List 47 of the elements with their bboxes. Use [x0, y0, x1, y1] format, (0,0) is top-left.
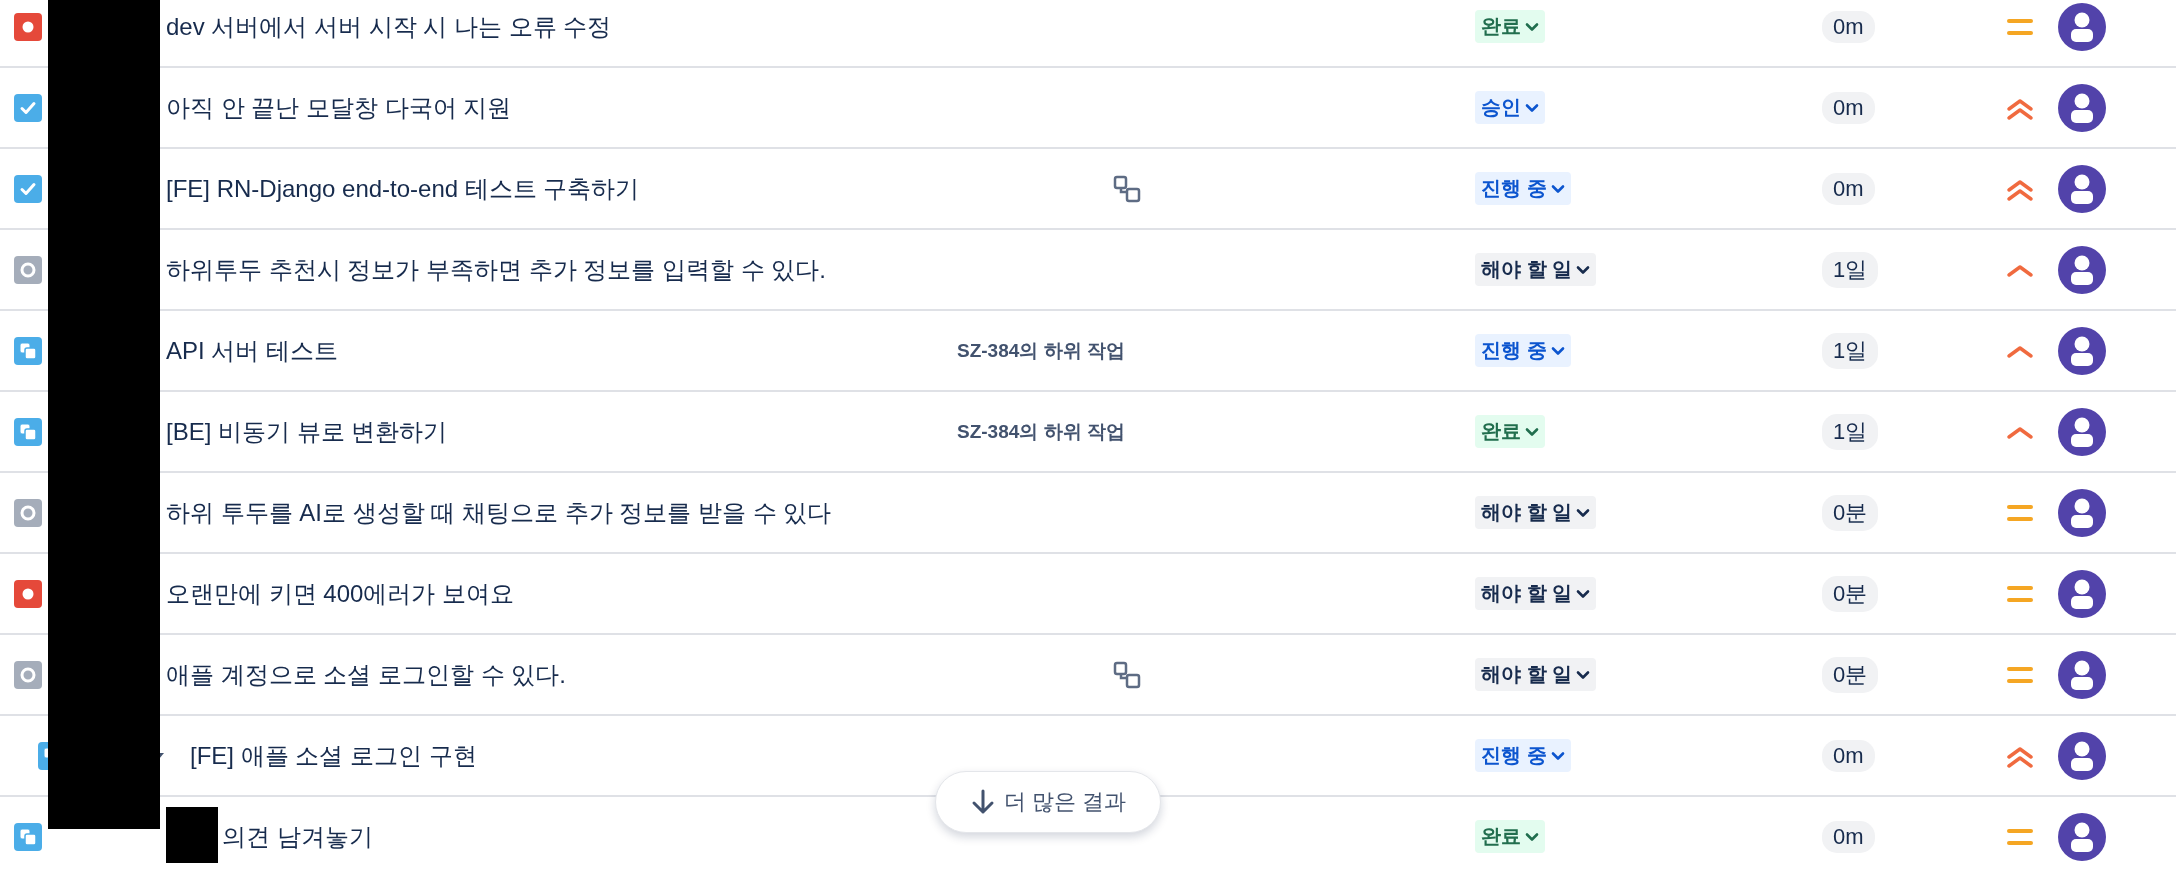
status-dropdown[interactable]: 승인 — [1475, 91, 1545, 124]
issue-summary[interactable]: [BE] 비동기 뷰로 변환하기 — [166, 415, 448, 448]
avatar-icon[interactable] — [2058, 650, 2106, 699]
status-dropdown[interactable]: 완료 — [1475, 820, 1545, 853]
time-badge: 0m — [1822, 91, 1875, 124]
issue-summary[interactable]: 하위투두 추천시 정보가 부족하면 추가 정보를 입력할 수 있다. — [166, 253, 826, 286]
avatar-icon[interactable] — [2058, 488, 2106, 537]
avatar-icon[interactable] — [2058, 569, 2106, 618]
issue-summary[interactable]: 오랜만에 키면 400에러가 보여요 — [166, 577, 515, 610]
time-badge: 0m — [1822, 739, 1875, 772]
avatar-icon[interactable] — [2058, 164, 2106, 213]
time-badge: 1일 — [1822, 251, 1879, 288]
time-badge: 0분 — [1822, 656, 1879, 693]
issue-summary[interactable]: 하위 투두를 AI로 생성할 때 채팅으로 추가 정보를 받을 수 있다 — [166, 496, 832, 529]
issue-summary[interactable]: 의견 남겨놓기 — [222, 820, 373, 853]
avatar-icon[interactable] — [2058, 731, 2106, 780]
status-dropdown[interactable]: 진행 중 — [1475, 334, 1571, 367]
issue-summary[interactable]: dev 서버에서 서버 시작 시 나는 오류 수정 — [166, 10, 612, 43]
status-dropdown[interactable]: 해야 할 일 — [1475, 496, 1597, 529]
status-dropdown[interactable]: 해야 할 일 — [1475, 253, 1597, 286]
status-dropdown[interactable]: 진행 중 — [1475, 172, 1571, 205]
avatar-icon[interactable] — [2058, 326, 2106, 375]
time-badge: 0m — [1822, 10, 1875, 43]
avatar-icon[interactable] — [2058, 407, 2106, 456]
avatar-icon[interactable] — [2058, 2, 2106, 51]
avatar-icon[interactable] — [2058, 812, 2106, 861]
time-badge: 0m — [1822, 820, 1875, 853]
parent-link[interactable]: SZ-384의 하위 작업 — [957, 420, 1125, 442]
time-badge: 0분 — [1822, 575, 1879, 612]
status-dropdown[interactable]: 진행 중 — [1475, 739, 1571, 772]
issue-summary[interactable]: API 서버 테스트 — [166, 334, 339, 367]
parent-link[interactable]: SZ-384의 하위 작업 — [957, 339, 1125, 361]
issue-summary[interactable]: 아직 안 끝난 모달창 다국어 지원 — [166, 91, 512, 124]
status-dropdown[interactable]: 해야 할 일 — [1475, 577, 1597, 610]
avatar-icon[interactable] — [2058, 245, 2106, 294]
more-results-button[interactable]: 더 많은 결과 — [935, 771, 1161, 833]
issue-summary[interactable]: [FE] 애플 소셜 로그인 구현 — [190, 739, 477, 772]
status-dropdown[interactable]: 완료 — [1475, 415, 1545, 448]
avatar-icon[interactable] — [2058, 83, 2106, 132]
time-badge: 0분 — [1822, 494, 1879, 531]
issue-summary[interactable]: 애플 계정으로 소셜 로그인할 수 있다. — [166, 658, 566, 691]
time-badge: 1일 — [1822, 413, 1879, 450]
issue-summary[interactable]: [FE] RN-Django end-to-end 테스트 구축하기 — [166, 172, 640, 205]
time-badge: 0m — [1822, 172, 1875, 205]
status-dropdown[interactable]: 해야 할 일 — [1475, 658, 1597, 691]
time-badge: 1일 — [1822, 332, 1879, 369]
status-dropdown[interactable]: 완료 — [1475, 10, 1545, 43]
